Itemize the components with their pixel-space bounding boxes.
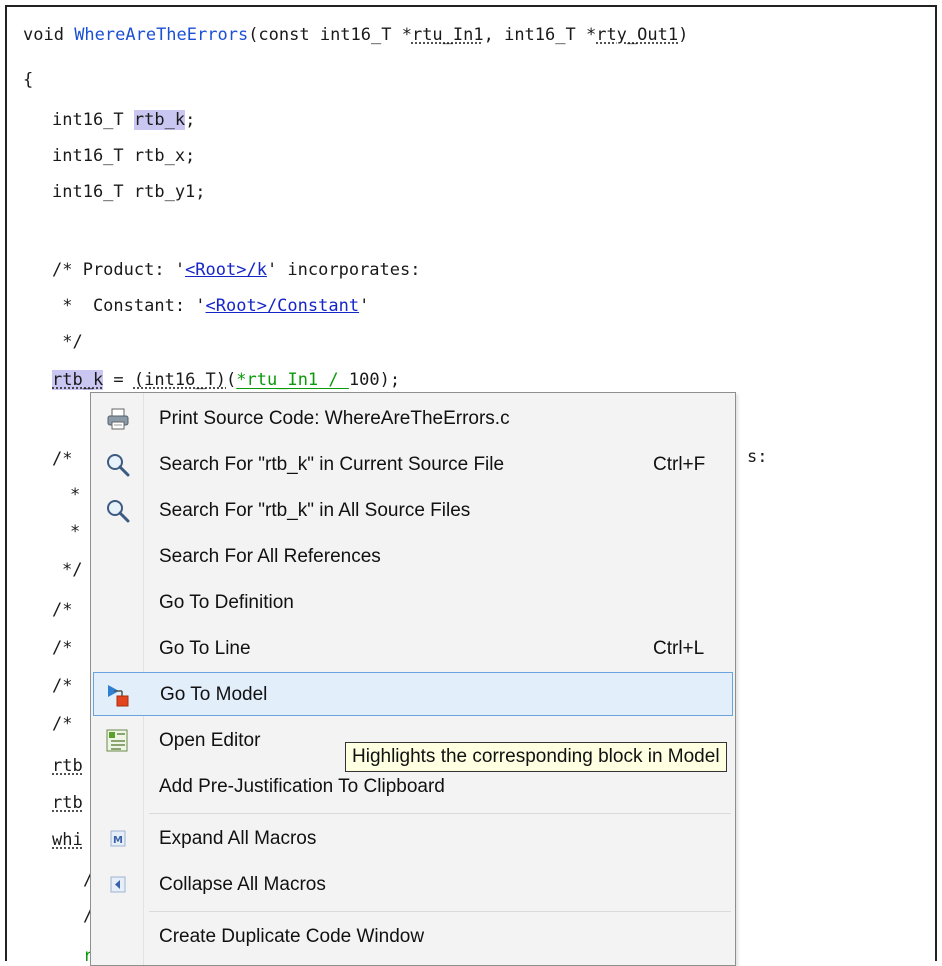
menu-item-print-source-code[interactable]: Print Source Code: WhereAreTheErrors.c: [93, 397, 733, 441]
menu-item-go-to-line[interactable]: Go To Line Ctrl+L: [93, 627, 733, 671]
code-fragment: whi: [52, 830, 83, 850]
menu-item-search-current-file[interactable]: Search For "rtb_k" in Current Source Fil…: [93, 443, 733, 487]
code-fragment: /*: [52, 714, 73, 734]
menu-item-collapse-all-macros[interactable]: Collapse All Macros: [93, 863, 733, 907]
code-fragment: */: [62, 560, 83, 580]
param-rtu-in1[interactable]: rtu_In1: [412, 25, 484, 45]
code-fragment: s:: [747, 447, 768, 467]
code-fragment: /*: [52, 449, 73, 469]
code-line-2: {: [23, 70, 34, 90]
menu-item-go-to-model[interactable]: Go To Model: [93, 672, 733, 716]
code-fragment: /*: [52, 600, 73, 620]
menu-item-label: Open Editor: [159, 730, 261, 751]
menu-item-label: Search For All References: [159, 546, 381, 567]
menu-item-search-all-references[interactable]: Search For All References: [93, 535, 733, 579]
highlighted-rtb-k[interactable]: rtb_k: [133, 110, 186, 130]
menu-item-go-to-definition[interactable]: Go To Definition: [93, 581, 733, 625]
code-fragment: rtb: [52, 756, 83, 776]
code-line-3: int16_T rtb_k;: [52, 110, 196, 130]
cast-int16[interactable]: (int16_T): [134, 370, 226, 390]
root-k-link[interactable]: <Root>/k: [185, 260, 267, 280]
menu-item-label: Go To Line: [159, 638, 251, 659]
code-line-7: * Constant: '<Root>/Constant': [52, 296, 370, 316]
expr-rtu-in1[interactable]: *rtu_In1: [236, 370, 318, 390]
root-constant-link[interactable]: <Root>/Constant: [206, 296, 360, 316]
menu-item-label: Go To Definition: [159, 592, 294, 613]
code-line-4: int16_T rtb_x;: [52, 146, 196, 166]
tooltip: Highlights the corresponding block in Mo…: [345, 742, 727, 772]
menu-separator: [149, 813, 731, 814]
menu-item-create-duplicate-code-window[interactable]: Create Duplicate Code Window: [93, 915, 733, 959]
code-line-1: void WhereAreTheErrors(const int16_T *rt…: [23, 25, 689, 45]
menu-item-label: Go To Model: [160, 684, 268, 705]
code-fragment: rtb: [52, 793, 83, 813]
printer-icon: [105, 406, 131, 432]
menu-item-label: Search For "rtb_k" in All Source Files: [159, 500, 471, 521]
menu-item-label: Add Pre-Justification To Clipboard: [159, 776, 445, 797]
menu-item-search-all-files[interactable]: Search For "rtb_k" in All Source Files: [93, 489, 733, 533]
menu-separator: [149, 911, 731, 912]
code-fragment: /*: [52, 676, 73, 696]
code-line-9: rtb_k = (int16_T)(*rtu_In1 / 100);: [52, 370, 401, 390]
highlighted-rtb-k-assign[interactable]: rtb_k: [52, 370, 104, 390]
menu-item-label: Search For "rtb_k" in Current Source Fil…: [159, 454, 505, 475]
menu-item-shortcut: Ctrl+F: [653, 454, 706, 475]
expand-macro-icon: M: [105, 826, 131, 852]
context-menu: Print Source Code: WhereAreTheErrors.c S…: [90, 392, 736, 966]
go-to-model-icon: [106, 682, 132, 708]
collapse-macro-icon: [105, 872, 131, 898]
svg-text:M: M: [113, 835, 123, 846]
magnifier-icon: [105, 498, 131, 524]
code-line-8: */: [52, 332, 83, 352]
menu-item-expand-all-macros[interactable]: M Expand All Macros: [93, 817, 733, 861]
param-rty-out1[interactable]: rty_Out1: [596, 25, 678, 45]
magnifier-icon: [105, 452, 131, 478]
menu-item-label: Create Duplicate Code Window: [159, 926, 425, 947]
code-fragment: *: [70, 522, 81, 542]
code-line-6: /* Product: '<Root>/k' incorporates:: [52, 260, 421, 280]
code-fragment: *: [70, 485, 81, 505]
menu-item-label: Expand All Macros: [159, 828, 317, 849]
code-fragment: /*: [52, 638, 73, 658]
menu-item-label: Print Source Code: WhereAreTheErrors.c: [159, 408, 510, 429]
menu-item-shortcut: Ctrl+L: [653, 638, 705, 659]
menu-item-label: Collapse All Macros: [159, 874, 326, 895]
editor-icon: [105, 728, 131, 754]
code-line-5: int16_T rtb_y1;: [52, 182, 206, 202]
function-name[interactable]: WhereAreTheErrors: [74, 25, 248, 45]
